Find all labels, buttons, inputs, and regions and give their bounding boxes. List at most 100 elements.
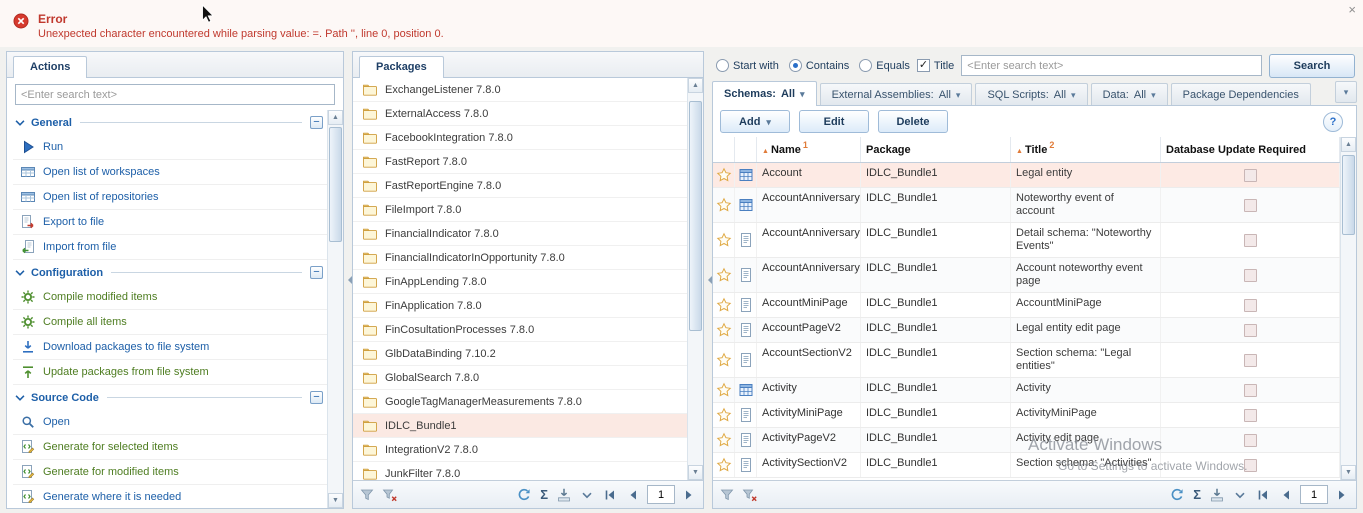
favorite-cell[interactable] xyxy=(713,318,735,342)
package-item[interactable]: IntegrationV2 7.8.0 xyxy=(353,438,687,462)
section-header-general[interactable]: General− xyxy=(13,110,327,135)
scrollbar-track[interactable] xyxy=(688,93,703,465)
add-button[interactable]: Add xyxy=(720,110,790,133)
refresh-icon[interactable] xyxy=(515,486,533,504)
action-item-compile-modified-items[interactable]: Compile modified items xyxy=(13,285,327,310)
action-item-generate-where-it-is-needed[interactable]: Generate where it is needed xyxy=(13,485,327,508)
collapse-button[interactable]: − xyxy=(310,116,323,129)
search-option-equals[interactable]: Equals xyxy=(859,59,910,72)
table-row[interactable]: ActivityPageV2IDLC_Bundle1Activity edit … xyxy=(713,428,1340,453)
scrollbar-thumb[interactable] xyxy=(689,101,702,331)
filter-icon[interactable] xyxy=(358,486,376,504)
table-row[interactable]: AccountPageV2IDLC_Bundle1Legal entity ed… xyxy=(713,318,1340,343)
action-item-open-list-of-repositories[interactable]: Open list of repositories xyxy=(13,185,327,210)
panel-splitter[interactable] xyxy=(704,51,712,509)
tab-schemas[interactable]: Schemas:All xyxy=(712,81,817,106)
package-item[interactable]: FinCosultationProcesses 7.8.0 xyxy=(353,318,687,342)
title-filter-option[interactable]: Title xyxy=(917,59,954,72)
chevron-down-icon[interactable] xyxy=(578,486,596,504)
delete-button[interactable]: Delete xyxy=(878,110,948,133)
package-item[interactable]: FinancialIndicator 7.8.0 xyxy=(353,222,687,246)
search-button[interactable]: Search xyxy=(1269,54,1355,78)
action-item-export-to-file[interactable]: Export to file xyxy=(13,210,327,235)
favorite-cell[interactable] xyxy=(713,378,735,402)
favorite-cell[interactable] xyxy=(713,188,735,222)
summary-icon[interactable]: Σ xyxy=(538,487,550,502)
summary-icon[interactable]: Σ xyxy=(1191,487,1203,502)
package-item[interactable]: FacebookIntegration 7.8.0 xyxy=(353,126,687,150)
collapse-button[interactable]: − xyxy=(310,266,323,279)
favorite-cell[interactable] xyxy=(713,403,735,427)
table-row[interactable]: AccountAnniversaryPIDLC_Bundle1Account n… xyxy=(713,258,1340,293)
next-page-icon[interactable] xyxy=(1333,486,1351,504)
favorite-cell[interactable] xyxy=(713,163,735,187)
refresh-icon[interactable] xyxy=(1168,486,1186,504)
section-header-source-code[interactable]: Source Code− xyxy=(13,385,327,410)
help-icon[interactable]: ? xyxy=(1323,112,1343,132)
page-number-input[interactable] xyxy=(1300,485,1328,504)
column-header-name[interactable]: Name1 xyxy=(757,137,861,162)
scrollbar-thumb[interactable] xyxy=(329,127,342,242)
clear-filter-icon[interactable] xyxy=(381,486,399,504)
collapse-button[interactable]: − xyxy=(310,391,323,404)
package-item[interactable]: GlobalSearch 7.8.0 xyxy=(353,366,687,390)
table-row[interactable]: ActivitySectionV2IDLC_Bundle1Section sch… xyxy=(713,453,1340,478)
table-scrollbar[interactable] xyxy=(1340,137,1356,480)
tab-overflow-button[interactable] xyxy=(1335,81,1357,103)
tab-packages[interactable]: Packages xyxy=(359,56,444,78)
previous-page-icon[interactable] xyxy=(624,486,642,504)
scroll-down-icon[interactable] xyxy=(328,493,343,508)
package-item[interactable]: IDLC_Bundle1 xyxy=(353,414,687,438)
search-option-contains[interactable]: Contains xyxy=(789,59,849,72)
action-item-import-from-file[interactable]: Import from file xyxy=(13,235,327,260)
table-row[interactable]: AccountMiniPageIDLC_Bundle1AccountMiniPa… xyxy=(713,293,1340,318)
package-item[interactable]: ExchangeListener 7.8.0 xyxy=(353,78,687,102)
scroll-down-icon[interactable] xyxy=(688,465,703,480)
close-icon[interactable]: × xyxy=(1348,3,1356,16)
action-item-compile-all-items[interactable]: Compile all items xyxy=(13,310,327,335)
action-item-update-packages-from-file-system[interactable]: Update packages from file system xyxy=(13,360,327,385)
scroll-down-icon[interactable] xyxy=(1341,465,1356,480)
search-option-start-with[interactable]: Start with xyxy=(716,59,779,72)
scrollbar-track[interactable] xyxy=(328,125,343,493)
table-row[interactable]: AccountIDLC_Bundle1Legal entity xyxy=(713,163,1340,188)
radio-start-with[interactable] xyxy=(716,59,729,72)
favorite-cell[interactable] xyxy=(713,453,735,477)
action-item-open-list-of-workspaces[interactable]: Open list of workspaces xyxy=(13,160,327,185)
favorite-cell[interactable] xyxy=(713,293,735,317)
column-header-package[interactable]: Package xyxy=(861,137,1011,162)
favorite-cell[interactable] xyxy=(713,343,735,377)
actions-scrollbar[interactable] xyxy=(327,110,343,508)
page-number-input[interactable] xyxy=(647,485,675,504)
column-header-db-update[interactable]: Database Update Required xyxy=(1161,137,1340,162)
action-item-generate-for-modified-items[interactable]: Generate for modified items xyxy=(13,460,327,485)
action-item-generate-for-selected-items[interactable]: Generate for selected items xyxy=(13,435,327,460)
title-checkbox[interactable] xyxy=(917,59,930,72)
column-header-title[interactable]: Title2 xyxy=(1011,137,1161,162)
table-row[interactable]: AccountSectionV2IDLC_Bundle1Section sche… xyxy=(713,343,1340,378)
tab-sql-scripts[interactable]: SQL Scripts:All xyxy=(975,83,1087,105)
package-item[interactable]: ExternalAccess 7.8.0 xyxy=(353,102,687,126)
package-item[interactable]: FileImport 7.8.0 xyxy=(353,198,687,222)
clear-filter-icon[interactable] xyxy=(741,486,759,504)
favorite-cell[interactable] xyxy=(713,258,735,292)
action-item-run[interactable]: Run xyxy=(13,135,327,160)
table-row[interactable]: AccountAnniversaryIDLC_Bundle1Noteworthy… xyxy=(713,188,1340,223)
actions-search-input[interactable] xyxy=(15,84,335,105)
package-item[interactable]: FinApplication 7.8.0 xyxy=(353,294,687,318)
previous-page-icon[interactable] xyxy=(1277,486,1295,504)
table-row[interactable]: ActivityIDLC_Bundle1Activity xyxy=(713,378,1340,403)
section-header-configuration[interactable]: Configuration− xyxy=(13,260,327,285)
tab-actions[interactable]: Actions xyxy=(13,56,87,78)
filter-icon[interactable] xyxy=(718,486,736,504)
schema-search-input[interactable] xyxy=(961,55,1262,76)
scroll-up-icon[interactable] xyxy=(328,110,343,125)
package-item[interactable]: GoogleTagManagerMeasurements 7.8.0 xyxy=(353,390,687,414)
action-item-download-packages-to-file-system[interactable]: Download packages to file system xyxy=(13,335,327,360)
next-page-icon[interactable] xyxy=(680,486,698,504)
package-item[interactable]: FinancialIndicatorInOpportunity 7.8.0 xyxy=(353,246,687,270)
package-item[interactable]: JunkFilter 7.8.0 xyxy=(353,462,687,480)
package-item[interactable]: FastReport 7.8.0 xyxy=(353,150,687,174)
export-data-icon[interactable] xyxy=(555,486,573,504)
panel-splitter[interactable] xyxy=(344,51,352,509)
